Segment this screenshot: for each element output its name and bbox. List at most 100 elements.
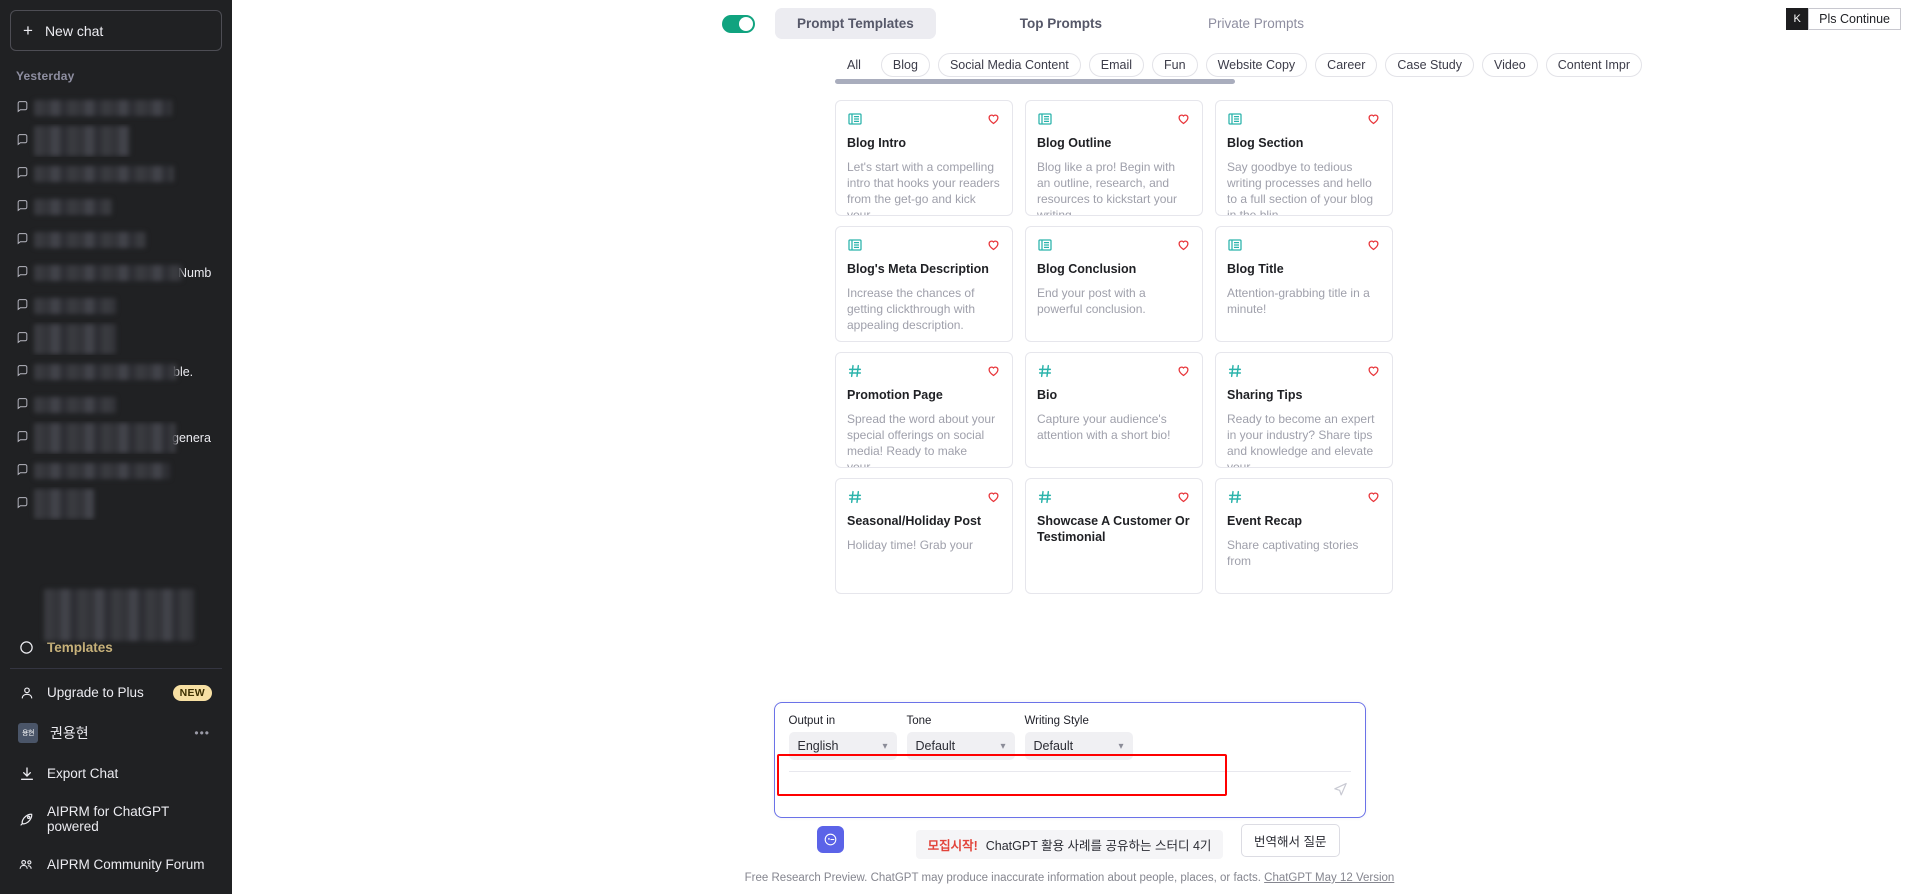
prompt-card-description: End your post with a powerful conclusion… [1037,285,1146,316]
new-chat-label: New chat [44,22,104,39]
sidebar-item-upgrade-to-plus[interactable]: Upgrade to Plus NEW [10,673,222,712]
prompt-card[interactable]: Promotion Page Spread the word about your… [835,352,1013,468]
prompt-card-title: Blog Intro [847,136,907,150]
category-chips-wrap: All Blog Social Media Content Email Fun Websi… [232,53,1907,84]
prompt-card-description: Increase the chances of getting clickthr… [847,285,976,332]
chatgpt-version-link[interactable]: ChatGPT May 12 Version [1264,872,1394,884]
category-chips[interactable]: All Blog Social Media Content Email Fun Websi… [835,53,1907,77]
heart-icon[interactable] [1176,489,1191,507]
chat-history-item[interactable] [10,223,222,256]
promo-banner[interactable]: 모집시작! ChatGPT 활용 사례를 공유하는 스터디 4기 [915,830,1224,859]
prompt-card-description: Spread the word about your special offer… [847,411,996,468]
heart-icon[interactable] [986,489,1001,507]
prompt-card[interactable]: Blog's Meta Description Increase the chan… [835,226,1013,342]
hashtag-icon [847,489,863,508]
heart-icon[interactable] [1366,111,1381,129]
writing-style-select[interactable]: Default ▾ [1024,732,1133,760]
heart-icon[interactable] [1176,111,1191,129]
chat-history-item[interactable] [10,190,222,223]
sidebar-item-aiprm-community-forum[interactable]: AIPRM Community Forum [10,845,222,884]
chat-bubble-icon [16,397,30,413]
pls-continue-button[interactable]: Pls Continue [1808,8,1901,30]
sidebar-item-upgrade-label: Upgrade to Plus [47,685,144,700]
history-group-label: Yesterday [16,69,75,83]
translate-question-button[interactable]: 번역해서 질문 [1241,824,1340,857]
heart-icon[interactable] [986,363,1001,381]
chat-history-item[interactable]: Numb [10,256,222,289]
category-chip[interactable]: Case Study [1385,53,1475,77]
prompt-card[interactable]: Showcase A Customer Or Testimonial [1025,478,1203,594]
prompt-card[interactable]: Seasonal/Holiday Post Holiday time! Grab … [835,478,1013,594]
category-chip[interactable]: Email [1088,53,1145,77]
heart-icon[interactable] [1176,363,1191,381]
user-menu-icon[interactable]: ••• [194,726,210,740]
output-in-select[interactable]: English ▾ [788,732,897,760]
sidebar-item-user-account[interactable]: 용현 권용현 ••• [10,712,222,754]
category-chip[interactable]: Website Copy [1205,53,1308,77]
prompt-card[interactable]: Blog Intro Let's start with a compelling … [835,100,1013,216]
heart-icon[interactable] [1176,237,1191,255]
heart-icon[interactable] [986,237,1001,255]
category-chip[interactable]: Video [1482,53,1538,77]
aiprm-logo-icon[interactable] [816,826,844,853]
sidebar-item-aiprm-powered[interactable]: AIPRM for ChatGPT powered [10,793,222,845]
composer-area: Output in English ▾ Tone Default ▾ Writi… [232,702,1907,894]
category-chip[interactable]: Social Media Content [937,53,1081,77]
chat-bubble-icon [16,364,30,380]
prompt-card[interactable]: Blog Title Attention-grabbing title in a … [1215,226,1393,342]
chat-history-item[interactable] [10,454,222,487]
heart-icon[interactable] [1366,237,1381,255]
tab-top-prompts[interactable]: Top Prompts [998,8,1124,39]
chat-history-item[interactable] [10,157,222,190]
chat-history-item[interactable] [10,322,222,355]
send-icon[interactable] [1324,780,1351,800]
heart-icon[interactable] [1366,363,1381,381]
category-chip[interactable]: Content Impr [1545,53,1643,77]
aiprm-toggle[interactable] [722,14,755,33]
heart-icon[interactable] [986,111,1001,129]
prompt-card[interactable]: Blog Conclusion End your post with a powe… [1025,226,1203,342]
redaction-overlay [34,232,146,248]
category-chip[interactable]: Fun [1152,53,1198,77]
heart-icon[interactable] [1366,489,1381,507]
chat-bubble-icon [16,463,30,479]
chat-history-item[interactable] [10,487,222,520]
prompt-input[interactable] [788,772,1324,807]
tone-select[interactable]: Default ▾ [906,732,1015,760]
chat-history-list[interactable]: Yesterday Numb ble. genera [10,61,222,633]
category-scrollbar[interactable] [835,79,1235,84]
category-chip[interactable]: Career [1315,53,1378,77]
extension-button[interactable]: K Pls Continue [1786,8,1901,30]
prompt-cards-grid: Blog Intro Let's start with a compelling … [835,100,1401,594]
tab-prompt-templates[interactable]: Prompt Templates [775,8,936,39]
chat-history-item[interactable] [10,388,222,421]
chat-history-item[interactable] [10,289,222,322]
sidebar-item-export-chat[interactable]: Export Chat [10,754,222,793]
prompt-card[interactable]: Sharing Tips Ready to become an expert in… [1215,352,1393,468]
footnote-text: Free Research Preview. ChatGPT may produ… [744,872,1261,884]
app-root: + New chat Yesterday Numb ble. genera Temp… [0,0,1907,894]
new-chat-button[interactable]: + New chat [10,10,222,51]
prompt-card-title: Blog Section [1227,136,1304,150]
chat-history-item[interactable]: genera [10,421,222,454]
prompt-card-description: Let's start with a compelling intro that… [847,159,1000,216]
chat-history-item[interactable]: ble. [10,355,222,388]
chat-history-item[interactable] [10,124,222,157]
sidebar-item-templates[interactable]: Templates [10,589,222,662]
chat-history-item[interactable] [10,91,222,124]
category-chip[interactable]: All [835,53,873,77]
prompt-card[interactable]: Blog Outline Blog like a pro! Begin with … [1025,100,1203,216]
prompt-card[interactable]: Bio Capture your audience's attention wit… [1025,352,1203,468]
prompt-card-title: Promotion Page [847,388,943,402]
chat-bubble-icon [16,232,30,248]
prompt-card-description: Say goodbye to tedious writing processes… [1227,159,1374,216]
prompt-card[interactable]: Event Recap Share captivating stories fro… [1215,478,1393,594]
prompt-card[interactable]: Blog Section Say goodbye to tedious writi… [1215,100,1393,216]
output-in-label: Output in [788,715,836,727]
tab-private-prompts[interactable]: Private Prompts [1186,8,1326,39]
newspaper-icon [847,111,863,130]
prompt-card-description: Blog like a pro! Begin with an outline, … [1037,159,1178,216]
category-chip[interactable]: Blog [880,53,930,77]
sidebar-user-name: 권용현 [50,725,89,741]
prompt-input-row [788,771,1351,807]
